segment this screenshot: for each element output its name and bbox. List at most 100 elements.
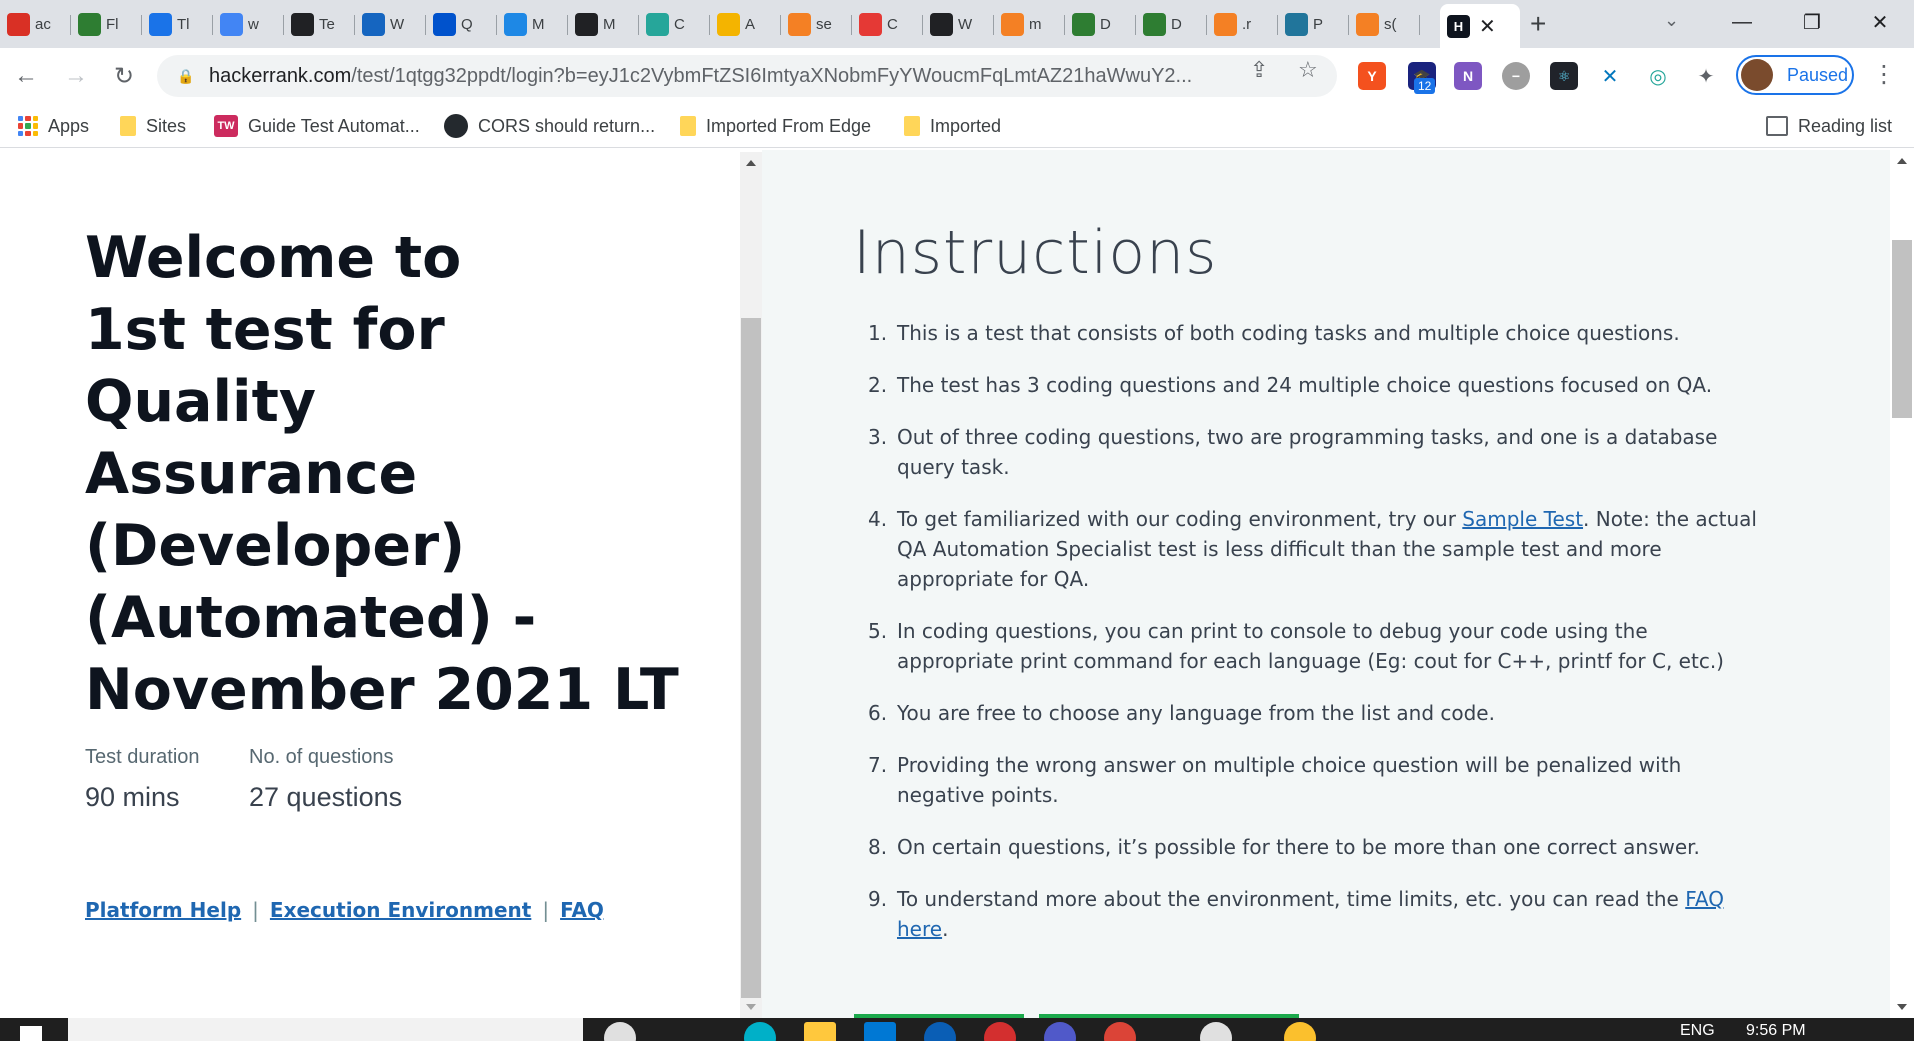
tab-6[interactable]: W — [355, 6, 426, 43]
bookmark-imported-from-edge[interactable]: Imported From Edge — [680, 113, 871, 139]
windows-start-icon[interactable] — [20, 1026, 42, 1041]
extension-color-ring-icon[interactable]: ◎ — [1644, 62, 1672, 90]
scroll-up-arrow-icon[interactable] — [746, 160, 756, 166]
scroll-up-arrow-icon[interactable] — [1897, 158, 1907, 164]
extension-badge: 12 — [1414, 78, 1436, 94]
close-window-button[interactable]: ✕ — [1850, 4, 1910, 40]
lock-icon[interactable]: 🔒 — [177, 68, 197, 85]
bookmark-star-icon[interactable]: ☆ — [1298, 57, 1318, 83]
back-button[interactable]: ← — [10, 60, 42, 92]
tab-title: C — [887, 16, 898, 33]
browser-toolbar: ← → ↻ 🔒 hackerrank.com/test/1qtgg32ppdt/… — [0, 48, 1914, 104]
profile-status-label: Paused — [1787, 64, 1849, 85]
tab-title: P — [1313, 16, 1324, 33]
tab-19[interactable]: P — [1278, 6, 1349, 43]
clock-time[interactable]: 9:56 PM — [1746, 1022, 1806, 1040]
reading-list-icon — [1766, 116, 1788, 136]
extension-tools-icon[interactable]: ✕ — [1596, 62, 1624, 90]
tab-14[interactable]: W — [923, 6, 994, 43]
taskbar-app-icon[interactable] — [744, 1022, 776, 1041]
tab-13[interactable]: C — [852, 6, 923, 43]
new-tab-button[interactable]: + — [1530, 8, 1546, 40]
taskbar-app-icon[interactable] — [604, 1022, 636, 1041]
share-icon[interactable]: ⇪ — [1250, 57, 1268, 83]
taskbar-app-icon[interactable] — [864, 1022, 896, 1041]
tab-3[interactable]: Tl — [142, 6, 213, 43]
faq-link[interactable]: FAQ — [560, 898, 604, 922]
extension-onenote-icon[interactable]: N — [1454, 62, 1482, 90]
tab-11[interactable]: A — [710, 6, 781, 43]
tab-4[interactable]: w — [213, 6, 284, 43]
extension-gray-circle-icon[interactable]: − — [1502, 62, 1530, 90]
extensions-puzzle-icon[interactable]: ✦ — [1692, 62, 1720, 90]
taskbar-app-icon[interactable] — [924, 1022, 956, 1041]
url-text[interactable]: hackerrank.com/test/1qtgg32ppdt/login?b=… — [209, 65, 1259, 88]
tab-12[interactable]: se — [781, 6, 852, 43]
language-indicator[interactable]: ENG — [1680, 1022, 1715, 1040]
bookmark-apps[interactable]: Apps — [18, 113, 89, 139]
extension-react-icon[interactable]: ⚛ — [1550, 62, 1578, 90]
taskbar-search-box[interactable] — [68, 1018, 583, 1041]
bookmark-sites[interactable]: Sites — [120, 113, 186, 139]
puzzle-icon — [7, 13, 30, 36]
list-item: 1. This is a test that consists of both c… — [868, 321, 1680, 345]
platform-help-link[interactable]: Platform Help — [85, 898, 241, 922]
profile-button[interactable]: Paused — [1736, 55, 1854, 95]
bookmark-cors[interactable]: CORS should return... — [444, 113, 655, 139]
github-icon — [444, 114, 468, 138]
bookmark-guide-test-automation[interactable]: TW Guide Test Automat... — [214, 113, 420, 139]
tab-title: D — [1171, 16, 1182, 33]
tab-15[interactable]: m — [994, 6, 1065, 43]
restore-button[interactable]: ❐ — [1782, 4, 1842, 40]
page-scrollbar[interactable] — [1890, 150, 1914, 1018]
tab-7[interactable]: Q — [426, 6, 497, 43]
scrollbar-thumb[interactable] — [1892, 240, 1912, 418]
stack-icon — [788, 13, 811, 36]
taskbar-folder-icon[interactable] — [804, 1022, 836, 1041]
list-item: 9. To understand more about the environme… — [868, 887, 1724, 941]
tab-16[interactable]: D — [1065, 6, 1136, 43]
tab-title: W — [390, 16, 405, 33]
tab-10[interactable]: C — [639, 6, 710, 43]
execution-environment-link[interactable]: Execution Environment — [270, 898, 531, 922]
taskbar-app-icon[interactable] — [1200, 1022, 1232, 1041]
tab-9[interactable]: M — [568, 6, 639, 43]
tab-20[interactable]: s( — [1349, 6, 1420, 43]
tab-search-chevron-icon[interactable]: ⌄ — [1664, 10, 1679, 31]
left-scrollbar[interactable] — [740, 152, 762, 1018]
extension-ya-icon[interactable]: Y — [1358, 62, 1386, 90]
tab-18[interactable]: .r — [1207, 6, 1278, 43]
more-menu-icon[interactable]: ⋮ — [1872, 60, 1896, 89]
calendar-icon — [362, 13, 385, 36]
taskbar-app-icon[interactable] — [1284, 1022, 1316, 1041]
minimize-button[interactable]: — — [1712, 4, 1772, 40]
reading-list-button[interactable]: Reading list — [1766, 113, 1892, 139]
taskbar-teams-icon[interactable] — [1044, 1022, 1076, 1041]
forward-button[interactable]: → — [60, 60, 92, 92]
divider: | — [542, 898, 550, 922]
address-bar[interactable]: 🔒 hackerrank.com/test/1qtgg32ppdt/login?… — [157, 55, 1337, 97]
scroll-down-arrow-icon[interactable] — [1897, 1004, 1907, 1010]
tab-8[interactable]: M — [497, 6, 568, 43]
help-links: Platform Help | Execution Environment | … — [85, 898, 604, 922]
tab-5[interactable]: Te — [284, 6, 355, 43]
tab-1[interactable]: ac — [0, 6, 71, 43]
tab-17[interactable]: D — [1136, 6, 1207, 43]
gear-outline-icon — [149, 13, 172, 36]
settings-icon — [291, 13, 314, 36]
tab-title: w — [248, 16, 259, 33]
bookmark-imported[interactable]: Imported — [904, 113, 1001, 139]
close-tab-icon[interactable]: ✕ — [1479, 14, 1496, 39]
tab-hackerrank-active[interactable]: H ✕ — [1440, 4, 1520, 48]
test-info-panel: Welcome to 1st test for Quality Assuranc… — [0, 150, 740, 1018]
scrollbar-thumb[interactable] — [741, 318, 761, 998]
tab-2[interactable]: Fl — [71, 6, 142, 43]
tab-title: Fl — [106, 16, 119, 33]
sample-test-link[interactable]: Sample Test — [1462, 507, 1583, 531]
taskbar-chrome-icon[interactable] — [1104, 1022, 1136, 1041]
scroll-down-arrow-icon[interactable] — [746, 1004, 756, 1010]
stack-icon — [1356, 13, 1379, 36]
tab-title: ac — [35, 16, 51, 33]
reload-button[interactable]: ↻ — [108, 60, 140, 92]
taskbar-app-icon[interactable] — [984, 1022, 1016, 1041]
